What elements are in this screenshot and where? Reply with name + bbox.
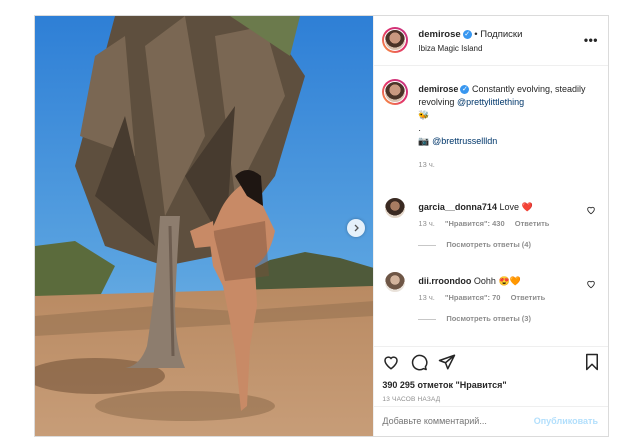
- comment-text: garcia__donna714 Love ❤️: [418, 201, 598, 214]
- comment-likes[interactable]: "Нравится": 70: [445, 293, 501, 302]
- caption-mention[interactable]: @prettylittlething: [457, 97, 524, 107]
- caption-text: demirose ✓ Constantly evolving, steadily …: [418, 83, 598, 171]
- comment-meta: 13 ч. "Нравится": 430 Ответить: [418, 219, 557, 228]
- palm-tree-photo: [35, 16, 374, 436]
- heart-icon[interactable]: [382, 353, 400, 371]
- comment-meta: 13 ч. "Нравится": 70 Ответить: [418, 293, 553, 302]
- author-username[interactable]: demirose: [418, 29, 460, 40]
- comment-body: Love ❤️: [499, 202, 533, 212]
- caption: demirose ✓ Constantly evolving, steadily …: [382, 79, 602, 179]
- add-comment-bar: Опубликовать: [374, 406, 608, 436]
- heart-icon: [587, 280, 596, 289]
- post-actions: 390 295 отметок "Нравится" 13 ЧАСОВ НАЗА…: [374, 346, 608, 406]
- post-location[interactable]: Ibiza Magic Island: [418, 44, 482, 53]
- comment-username[interactable]: dii.rroondoo: [418, 276, 471, 286]
- post-sidebar: demirose ✓ • Подписки Ibiza Magic Island …: [373, 16, 608, 436]
- camera-emoji: 📷: [418, 136, 430, 146]
- more-horizontal-icon[interactable]: •••: [584, 33, 598, 47]
- caption-username[interactable]: demirose: [418, 84, 458, 94]
- avatar[interactable]: [382, 27, 409, 53]
- comment-text: dii.rroondoo Oohh 😍🧡: [418, 275, 598, 288]
- comment-item: garcia__donna714 Love ❤️ 13 ч. "Нравится…: [382, 197, 602, 257]
- chevron-right-icon: [354, 224, 360, 232]
- comment-bubble-icon[interactable]: [410, 353, 428, 371]
- comment-username[interactable]: garcia__donna714: [418, 202, 497, 212]
- comment-like-button[interactable]: [586, 279, 596, 291]
- post-header: demirose ✓ • Подписки Ibiza Magic Island …: [374, 16, 608, 66]
- instagram-post: demirose ✓ • Подписки Ibiza Magic Island …: [34, 15, 609, 437]
- caption-dot: .: [418, 123, 421, 133]
- avatar[interactable]: [384, 197, 407, 219]
- credit-mention[interactable]: @brettrussellldn: [432, 136, 497, 146]
- view-replies-link[interactable]: Посмотреть ответы (3): [418, 314, 531, 323]
- save-button[interactable]: [584, 353, 600, 371]
- bee-emoji: 🐝: [418, 110, 430, 120]
- comment-likes[interactable]: "Нравится": 430: [445, 219, 505, 228]
- comment-item: dii.rroondoo Oohh 😍🧡 13 ч. "Нравится": 7…: [382, 271, 602, 331]
- reply-button[interactable]: Ответить: [511, 293, 546, 302]
- verified-badge-icon: ✓: [462, 29, 472, 39]
- publish-button[interactable]: Опубликовать: [534, 416, 598, 426]
- reply-button[interactable]: Ответить: [515, 219, 550, 228]
- posted-time[interactable]: 13 ЧАСОВ НАЗАД: [382, 396, 440, 403]
- comment-body: Oohh 😍🧡: [473, 276, 521, 286]
- verified-badge-icon: ✓: [460, 85, 470, 95]
- action-icons: [382, 353, 456, 371]
- comments-area: demirose ✓ Constantly evolving, steadily …: [374, 67, 608, 346]
- add-comment-input[interactable]: [382, 416, 533, 426]
- avatar[interactable]: [384, 271, 407, 293]
- comment-time[interactable]: 13 ч.: [418, 219, 434, 228]
- likes-count[interactable]: 390 295 отметок "Нравится": [382, 380, 506, 390]
- post-photo[interactable]: [35, 16, 374, 436]
- bookmark-icon: [586, 353, 598, 371]
- avatar[interactable]: [382, 79, 409, 105]
- caption-time[interactable]: 13 ч.: [418, 158, 598, 171]
- paper-plane-icon[interactable]: [438, 353, 456, 371]
- comment-time[interactable]: 13 ч.: [418, 293, 434, 302]
- following-status[interactable]: • Подписки: [474, 29, 522, 40]
- heart-icon: [587, 206, 596, 215]
- header-author: demirose ✓ • Подписки: [418, 29, 522, 40]
- view-replies-link[interactable]: Посмотреть ответы (4): [418, 240, 531, 249]
- comment-like-button[interactable]: [586, 205, 596, 217]
